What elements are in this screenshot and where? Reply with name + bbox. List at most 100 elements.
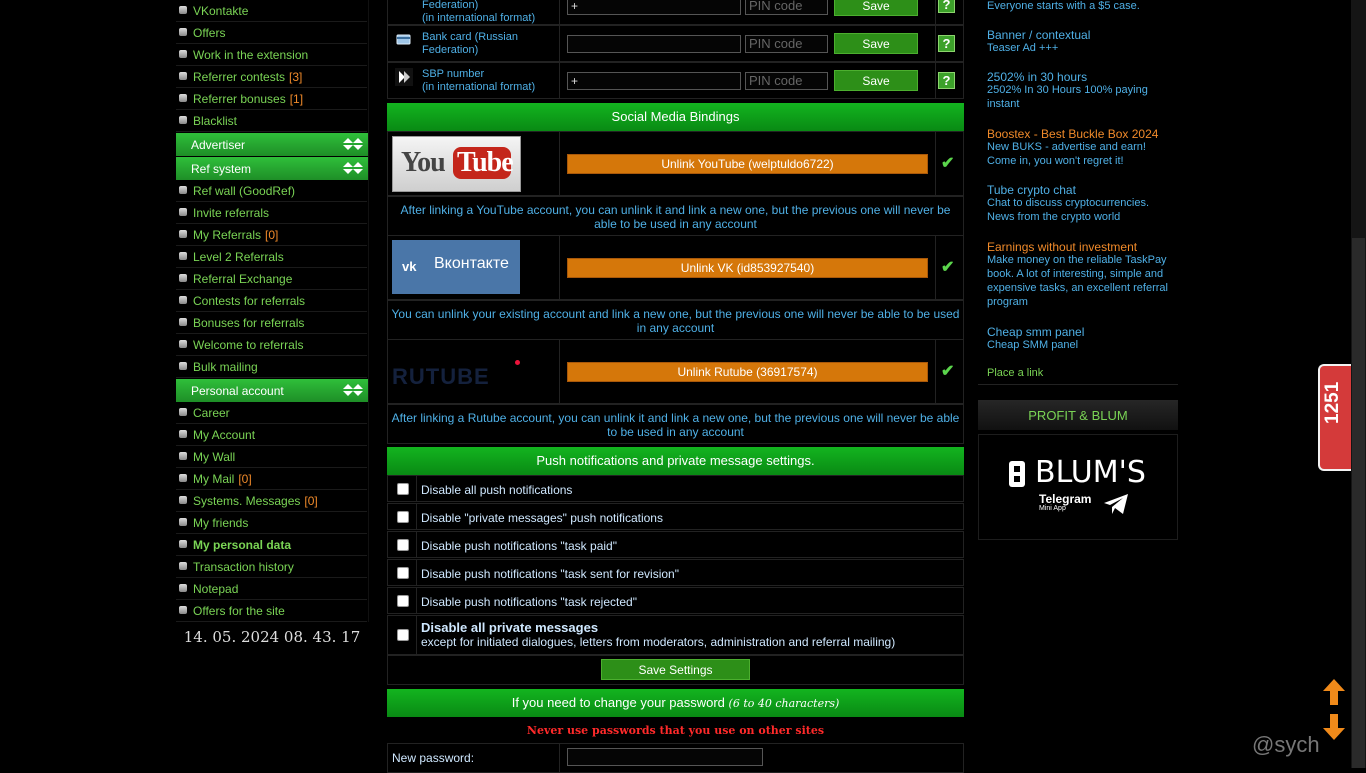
ad-description: Teaser Ad +++	[987, 42, 1059, 54]
sidebar-item[interactable]: My personal data	[176, 534, 367, 556]
sidebar-item[interactable]: Level 2 Referrals	[176, 246, 367, 268]
password-warning: Never use passwords that you use on othe…	[526, 724, 825, 737]
ad-title-link[interactable]: 2502% in 30 hours	[987, 70, 1087, 84]
ad-title-link[interactable]: Boostex - Best Buckle Box 2024	[987, 127, 1158, 141]
bullet-icon	[179, 6, 187, 14]
sidebar-item-label: Level 2 Referrals	[193, 250, 284, 264]
sidebar-item-count: [1]	[289, 92, 304, 106]
push-option-checkbox[interactable]	[397, 567, 409, 579]
save-button[interactable]: Save	[834, 0, 918, 16]
sidebar-item[interactable]: Ref wall (GoodRef)	[176, 180, 367, 202]
bullet-icon	[179, 116, 187, 124]
sidebar-item[interactable]: Notepad	[176, 578, 367, 600]
scroll-down-icon[interactable]	[1322, 713, 1346, 741]
ad-description: New BUKS - advertise and earn! Come in, …	[987, 141, 1146, 167]
push-option-checkbox[interactable]	[397, 539, 409, 551]
watermark: @sych	[1252, 732, 1320, 757]
save-button[interactable]: Save	[834, 33, 918, 54]
push-option-checkbox[interactable]	[397, 483, 409, 495]
bank-card-icon	[396, 34, 411, 45]
wallet-label: Federation) (in international format)	[422, 0, 536, 24]
blum-logo-icon	[1009, 461, 1025, 487]
help-icon[interactable]: ?	[938, 0, 955, 13]
pin-input[interactable]: PIN code	[745, 72, 828, 90]
wallet-label: Bank card (Russian Federation)	[422, 31, 518, 56]
personal-account-section-header[interactable]: Personal account	[176, 379, 368, 402]
private-messages-row: Disable all private messages except for …	[387, 615, 964, 655]
sidebar-item[interactable]: My friends	[176, 512, 367, 534]
help-icon[interactable]: ?	[938, 72, 955, 89]
sidebar-item[interactable]: VKontakte	[176, 0, 367, 22]
save-button[interactable]: Save	[834, 70, 918, 91]
advertiser-section-header[interactable]: Advertiser	[176, 133, 368, 156]
place-link[interactable]: Place a link	[987, 367, 1043, 379]
pin-input[interactable]: PIN code	[745, 35, 828, 53]
bullet-icon	[179, 318, 187, 326]
bullet-icon	[179, 274, 187, 282]
sidebar-item[interactable]: Referrer bonuses [1]	[176, 88, 367, 110]
sidebar-item[interactable]: Blacklist	[176, 110, 367, 132]
bullet-icon	[179, 430, 187, 438]
push-option-checkbox[interactable]	[397, 595, 409, 607]
bullet-icon	[179, 296, 187, 304]
floating-counter-tab[interactable]: 1251	[1318, 364, 1352, 471]
blum-banner[interactable]: BLUM'S Telegram Mini App	[978, 434, 1178, 540]
ad-title-link[interactable]: Tube crypto chat	[987, 183, 1076, 197]
sidebar-item-count: [3]	[289, 70, 303, 84]
help-icon[interactable]: ?	[938, 35, 955, 52]
ad-title-link[interactable]: Banner / contextual	[987, 28, 1090, 42]
ref-system-section-header[interactable]: Ref system	[176, 157, 368, 180]
sidebar-item[interactable]: My Mail [0]	[176, 468, 367, 490]
push-option-checkbox[interactable]	[397, 511, 409, 523]
ad-description: Make money on the reliable TaskPay book.…	[987, 254, 1168, 308]
sidebar-item[interactable]: Referrer contests [3]	[176, 66, 367, 88]
sidebar-item[interactable]: Contests for referrals	[176, 290, 367, 312]
scrollbar-thumb[interactable]	[1352, 238, 1365, 768]
save-settings-button[interactable]: Save Settings	[601, 659, 750, 680]
new-password-row: New password:	[387, 743, 964, 773]
ad-title-link[interactable]: Earnings without investment	[987, 240, 1137, 254]
sidebar-item[interactable]: Work in the extension	[176, 44, 367, 66]
sidebar-item[interactable]: Invite referrals	[176, 202, 367, 224]
ad-title-link[interactable]: Cheap smm panel	[987, 325, 1084, 339]
new-password-input[interactable]	[567, 748, 763, 766]
wallet-row-phone: Federation) (in international format) + P…	[387, 0, 964, 25]
bullet-icon	[179, 28, 187, 36]
bullet-icon	[179, 186, 187, 194]
sidebar-item[interactable]: My Wall	[176, 446, 367, 468]
blum-telegram: Telegram	[1039, 492, 1092, 506]
bullet-icon	[179, 606, 187, 614]
card-input[interactable]	[567, 35, 741, 53]
scroll-up-icon[interactable]	[1322, 678, 1346, 706]
new-password-label: New password:	[392, 751, 475, 765]
sidebar-item-label: VKontakte	[193, 4, 249, 18]
sidebar-item-label: Ref wall (GoodRef)	[193, 184, 296, 198]
sidebar-item[interactable]: Transaction history	[176, 556, 367, 578]
sidebar-item[interactable]: Systems. Messages [0]	[176, 490, 367, 512]
sidebar-item-label: My personal data	[193, 538, 292, 552]
unlink-vk-button[interactable]: Unlink VK (id853927540)	[567, 258, 928, 278]
sidebar-item-label: Invite referrals	[193, 206, 270, 220]
rutube-logo: RUTUBE	[392, 358, 520, 389]
sidebar-item[interactable]: Welcome to referrals	[176, 334, 367, 356]
bullet-icon	[179, 50, 187, 58]
expand-collapse-icon	[343, 384, 363, 396]
sidebar-item[interactable]: Referral Exchange	[176, 268, 367, 290]
sidebar-item[interactable]: Bulk mailing	[176, 356, 367, 378]
sidebar-item[interactable]: My Account	[176, 424, 367, 446]
sidebar-item[interactable]: Bonuses for referrals	[176, 312, 367, 334]
bullet-icon	[179, 252, 187, 260]
sidebar-item[interactable]: Offers for the site	[176, 600, 367, 622]
pin-input[interactable]: PIN code	[745, 0, 828, 15]
unlink-rutube-button[interactable]: Unlink Rutube (36917574)	[567, 362, 928, 382]
sidebar-item-label: Bonuses for referrals	[193, 316, 305, 330]
sbp-input[interactable]: +	[567, 72, 741, 90]
wallet-row-bank-card: Bank card (Russian Federation) PIN code S…	[387, 25, 964, 62]
ad-description: Cheap SMM panel	[987, 339, 1079, 351]
sidebar-item[interactable]: Career	[176, 402, 367, 424]
sidebar-item[interactable]: Offers	[176, 22, 367, 44]
disable-pm-checkbox[interactable]	[397, 629, 409, 641]
unlink-youtube-button[interactable]: Unlink YouTube (welptuldo6722)	[567, 154, 928, 174]
sidebar-item[interactable]: My Referrals [0]	[176, 224, 367, 246]
phone-input[interactable]: +	[567, 0, 741, 15]
